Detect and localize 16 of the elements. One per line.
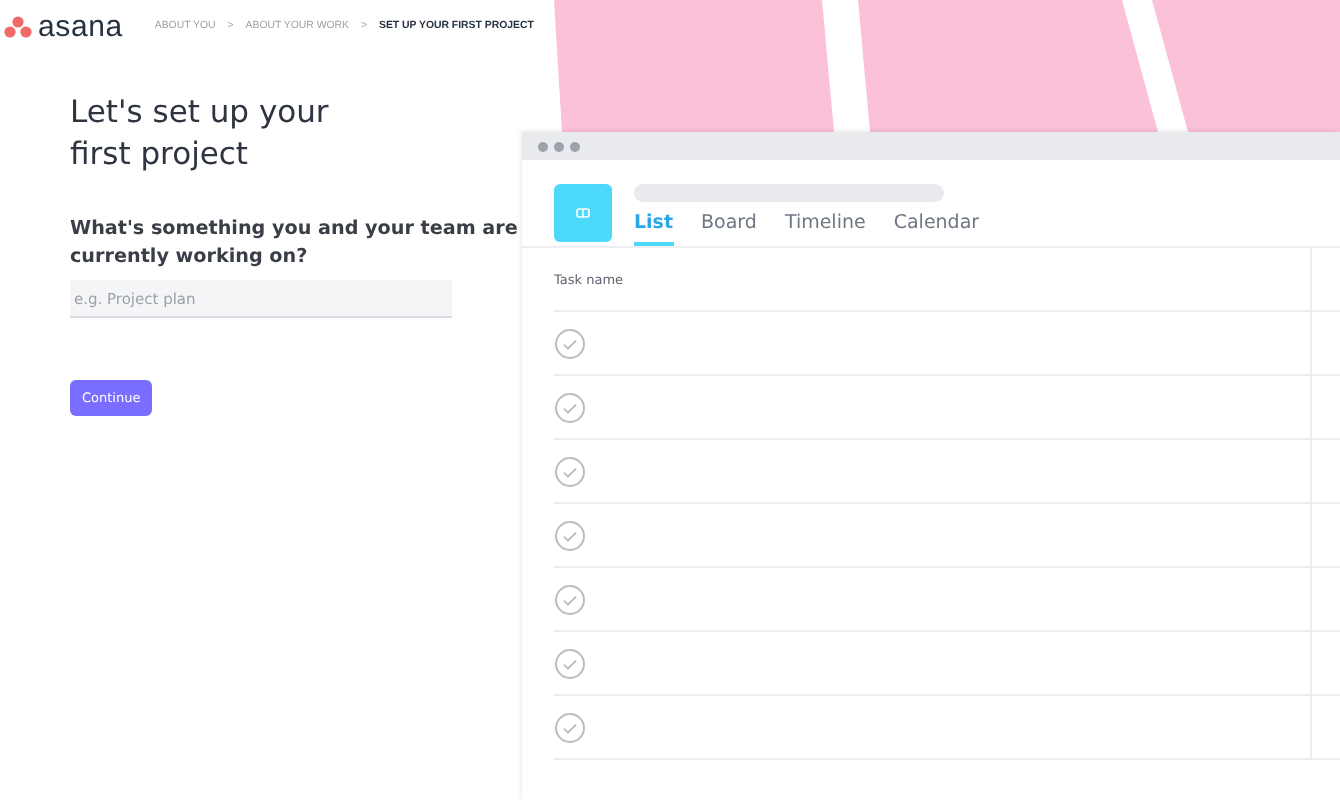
question-label: What's something you and your team are currently working on? xyxy=(70,216,520,270)
view-tab[interactable]: List xyxy=(634,212,674,246)
checked-circle-icon[interactable] xyxy=(554,647,586,679)
checked-circle-icon[interactable] xyxy=(554,327,586,359)
page-heading: Let's set up your first project xyxy=(70,92,331,176)
checked-circle-icon[interactable] xyxy=(554,519,586,551)
logo-dots-icon xyxy=(4,15,32,37)
view-tab[interactable]: Board xyxy=(701,212,757,246)
board-icon xyxy=(576,208,590,218)
checked-circle-icon[interactable] xyxy=(554,583,586,615)
logo-wordmark: asana xyxy=(38,9,123,43)
checked-circle-icon[interactable] xyxy=(554,391,586,423)
view-tab[interactable]: Timeline xyxy=(784,212,866,246)
checked-circle-icon[interactable] xyxy=(554,711,586,743)
view-tab[interactable]: Calendar xyxy=(893,212,980,246)
checked-circle-icon[interactable] xyxy=(554,455,586,487)
